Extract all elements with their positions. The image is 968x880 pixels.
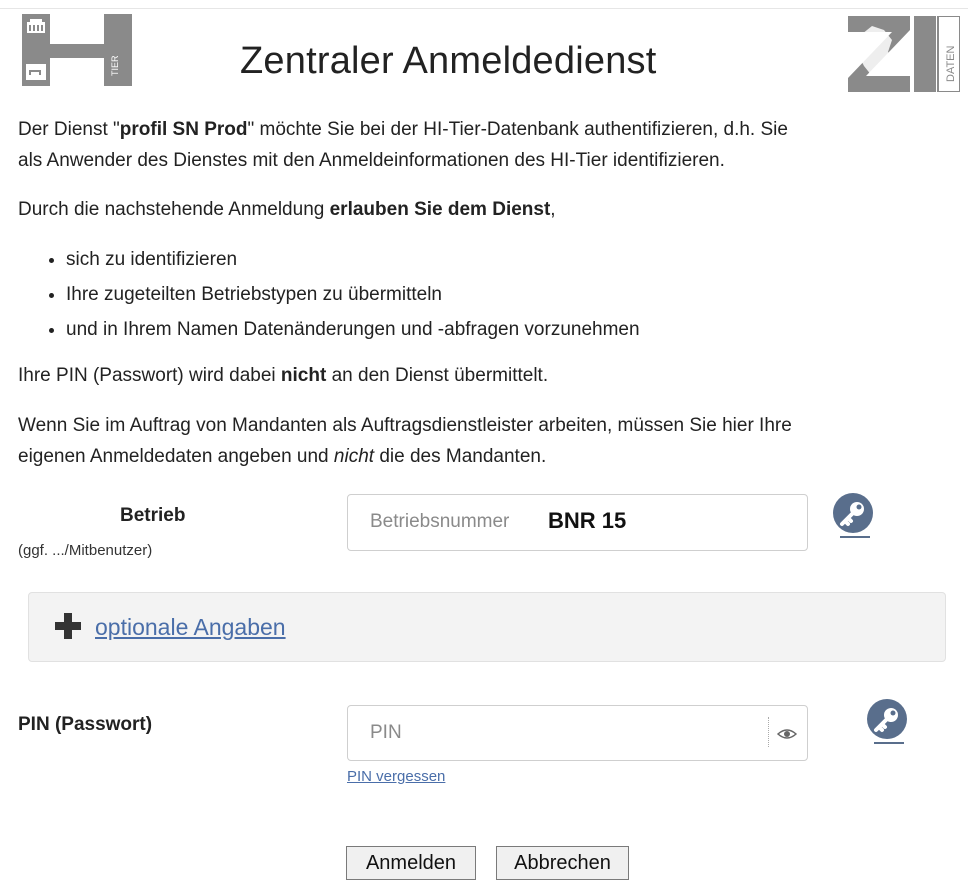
optional-details-link[interactable]: optionale Angaben bbox=[95, 614, 286, 641]
list-item: Ihre zugeteilten Betriebstypen zu übermi… bbox=[66, 277, 640, 312]
login-button[interactable]: Anmelden bbox=[346, 846, 476, 880]
permission-list: sich zu identifizieren Ihre zugeteilten … bbox=[18, 242, 640, 347]
plus-icon[interactable] bbox=[53, 611, 83, 641]
cancel-button[interactable]: Abbrechen bbox=[496, 846, 629, 880]
betrieb-label: Betrieb bbox=[120, 505, 186, 526]
forgot-pin-link[interactable]: PIN vergessen bbox=[347, 768, 445, 785]
zi-daten-logo: DATEN bbox=[848, 16, 960, 92]
eye-icon[interactable] bbox=[776, 723, 798, 745]
pin-label: PIN (Passwort) bbox=[18, 714, 153, 735]
betrieb-hint: (ggf. .../Mitbenutzer) bbox=[18, 542, 153, 559]
top-divider bbox=[0, 8, 968, 9]
pin-placeholder: PIN bbox=[370, 722, 402, 743]
list-item: und in Ihrem Namen Datenänderungen und -… bbox=[66, 312, 640, 347]
list-item: sich zu identifizieren bbox=[66, 242, 640, 277]
betrieb-input[interactable]: Betriebsnummer BNR 15 bbox=[347, 494, 808, 551]
betrieb-placeholder: Betriebsnummer bbox=[370, 511, 510, 532]
key-icon[interactable] bbox=[864, 698, 910, 744]
pin-input[interactable]: PIN bbox=[347, 705, 808, 761]
intro-paragraph-service: Der Dienst "profil SN Prod" möchte Sie b… bbox=[18, 119, 788, 171]
field-divider bbox=[768, 717, 770, 747]
pin-notice: Ihre PIN (Passwort) wird dabei nicht an … bbox=[18, 365, 549, 386]
mandant-notice: Wenn Sie im Auftrag von Mandanten als Au… bbox=[18, 415, 792, 467]
intro-paragraph-permission: Durch die nachstehende Anmeldung erlaube… bbox=[18, 199, 556, 220]
key-icon[interactable] bbox=[830, 492, 876, 538]
svg-text:DATEN: DATEN bbox=[945, 45, 957, 82]
svg-text:TIER: TIER bbox=[110, 55, 120, 76]
page-title: Zentraler Anmeldedienst bbox=[240, 40, 657, 82]
betrieb-value: BNR 15 bbox=[548, 508, 627, 533]
hi-tier-logo: TIER bbox=[22, 14, 132, 86]
optional-section[interactable]: optionale Angaben bbox=[28, 592, 946, 662]
